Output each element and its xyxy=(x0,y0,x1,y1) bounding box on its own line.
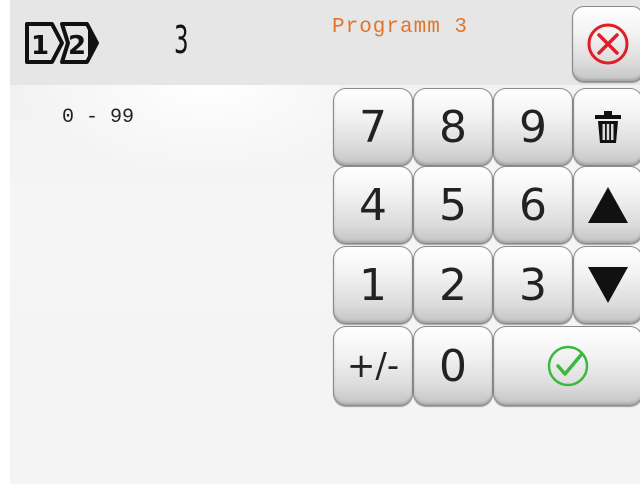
panel-highlight xyxy=(10,85,340,175)
key-5[interactable]: 5 xyxy=(413,166,493,244)
program-label: Programm 3 xyxy=(332,16,469,39)
key-2[interactable]: 2 xyxy=(413,246,493,324)
triangle-up-icon xyxy=(586,185,630,225)
cancel-x-icon xyxy=(585,21,631,67)
svg-text:1: 1 xyxy=(31,31,49,61)
svg-text:2: 2 xyxy=(68,31,86,61)
key-3[interactable]: 3 xyxy=(493,246,573,324)
triangle-down-icon xyxy=(586,265,630,305)
key-8[interactable]: 8 xyxy=(413,88,493,166)
up-button[interactable] xyxy=(573,166,640,244)
header-bar xyxy=(10,0,640,85)
value-range: 0 - 99 xyxy=(62,106,135,129)
confirm-button[interactable] xyxy=(493,326,640,406)
key-6[interactable]: 6 xyxy=(493,166,573,244)
key-4[interactable]: 4 xyxy=(333,166,413,244)
key-7[interactable]: 7 xyxy=(333,88,413,166)
key-9[interactable]: 9 xyxy=(493,88,573,166)
screen: 1 2 3 Programm 3 0 - 99 7 8 9 4 5 6 1 2 … xyxy=(0,0,640,484)
current-value: 3 xyxy=(174,18,189,62)
check-icon xyxy=(545,343,591,389)
trash-icon xyxy=(594,110,622,144)
sequence-1-2-icon: 1 2 xyxy=(24,20,104,66)
cancel-button[interactable] xyxy=(572,6,640,82)
delete-button[interactable] xyxy=(573,88,640,166)
key-1[interactable]: 1 xyxy=(333,246,413,324)
down-button[interactable] xyxy=(573,246,640,324)
sign-toggle-button[interactable]: +/- xyxy=(333,326,413,406)
key-0[interactable]: 0 xyxy=(413,326,493,406)
